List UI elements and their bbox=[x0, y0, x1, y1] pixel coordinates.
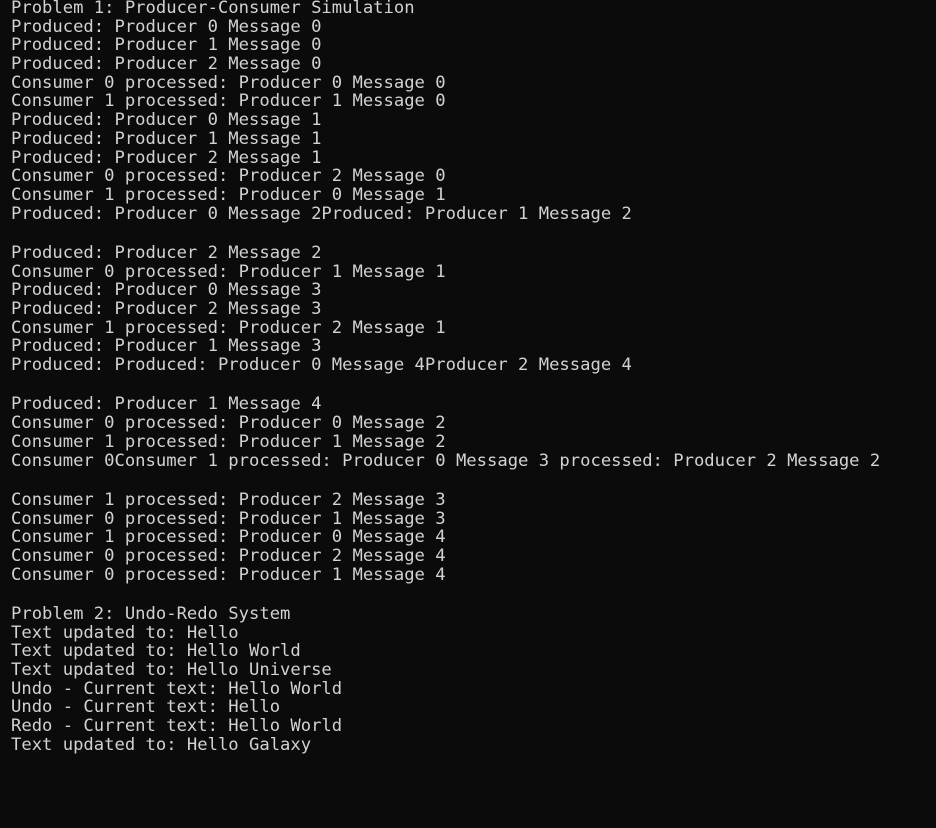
terminal-line: Undo - Current text: Hello World bbox=[11, 678, 343, 699]
terminal-window[interactable]: Problem 1: Producer-Consumer Simulation P… bbox=[0, 0, 936, 828]
terminal-line: Text updated to: Hello World bbox=[11, 641, 301, 662]
terminal-line: Consumer 1 processed: Producer 1 Message… bbox=[11, 91, 446, 112]
terminal-line: Produced: Produced: Producer 0 Message 4… bbox=[11, 355, 632, 376]
terminal-line: Undo - Current text: Hello bbox=[11, 697, 281, 718]
terminal-line: Produced: Producer 2 Message 2 bbox=[11, 242, 322, 263]
terminal-line: Produced: Producer 1 Message 4 bbox=[11, 394, 322, 415]
terminal-line: Text updated to: Hello Galaxy bbox=[11, 734, 312, 755]
terminal-line: Problem 2: Undo-Redo System bbox=[11, 604, 291, 624]
terminal-line: Consumer 1 processed: Producer 0 Message… bbox=[11, 184, 446, 205]
terminal-line: Produced: Producer 1 Message 0 bbox=[11, 35, 322, 56]
terminal-line: Consumer 0 processed: Producer 1 Message… bbox=[11, 564, 446, 585]
terminal-line: Produced: Producer 2 Message 1 bbox=[11, 147, 322, 168]
terminal-line: Consumer 1 processed: Producer 0 Message… bbox=[11, 527, 446, 548]
terminal-line: Produced: Producer 2 Message 3 bbox=[11, 299, 322, 319]
terminal-line: Produced: Producer 0 Message 3 bbox=[11, 280, 322, 301]
terminal-line: Consumer 0 processed: Producer 0 Message… bbox=[11, 72, 446, 93]
terminal-line: Consumer 0Consumer 1 processed: Producer… bbox=[11, 450, 881, 471]
terminal-line: Consumer 1 processed: Producer 2 Message… bbox=[11, 489, 446, 510]
terminal-line: Consumer 0 processed: Producer 1 Message… bbox=[11, 508, 446, 529]
terminal-line: Consumer 1 processed: Producer 1 Message… bbox=[11, 431, 446, 452]
terminal-line: Text updated to: Hello Universe bbox=[11, 660, 332, 681]
terminal-line: Text updated to: Hello bbox=[11, 622, 239, 643]
terminal-line: Produced: Producer 0 Message 0 bbox=[11, 16, 322, 37]
terminal-output: Problem 1: Producer-Consumer Simulation P… bbox=[11, 0, 936, 756]
terminal-line: Produced: Producer 0 Message 1 bbox=[11, 110, 322, 131]
terminal-line: Consumer 1 processed: Producer 2 Message… bbox=[11, 317, 446, 338]
terminal-line: Consumer 0 processed: Producer 0 Message… bbox=[11, 413, 446, 434]
terminal-line: Consumer 0 processed: Producer 1 Message… bbox=[11, 261, 446, 282]
terminal-line: Produced: Producer 1 Message 3 bbox=[11, 336, 322, 357]
terminal-line: Redo - Current text: Hello World bbox=[11, 716, 343, 737]
terminal-line: Consumer 0 processed: Producer 2 Message… bbox=[11, 545, 446, 566]
terminal-line: Consumer 0 processed: Producer 2 Message… bbox=[11, 166, 446, 187]
terminal-line: Produced: Producer 2 Message 0 bbox=[11, 54, 322, 75]
terminal-line: Produced: Producer 1 Message 1 bbox=[11, 128, 322, 149]
terminal-line: Produced: Producer 0 Message 2Produced: … bbox=[11, 203, 632, 224]
